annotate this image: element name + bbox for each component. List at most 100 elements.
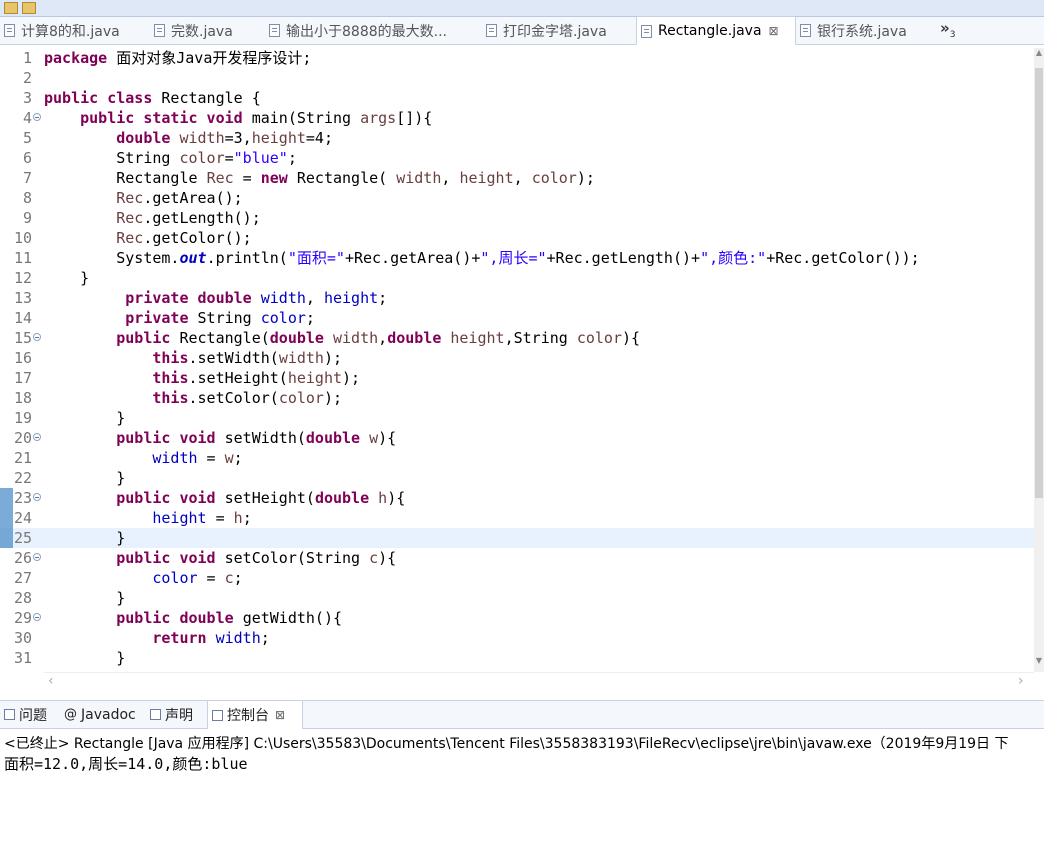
code-token: height — [287, 369, 343, 387]
code-line[interactable]: 31 } — [0, 648, 1034, 668]
console-icon — [212, 709, 223, 721]
line-number: 24 — [13, 509, 32, 527]
declaration-icon — [150, 709, 161, 720]
code-line[interactable]: 25 } — [0, 528, 1034, 548]
code-line[interactable]: 18 this.setColor(color); — [0, 388, 1034, 408]
code-token: ); — [576, 169, 595, 187]
code-line[interactable]: 9 Rec.getLength(); — [0, 208, 1034, 228]
close-icon[interactable]: ⊠ — [769, 24, 779, 38]
fold-toggle-icon[interactable] — [33, 433, 41, 441]
line-number: 28 — [13, 589, 32, 607]
code-line[interactable]: 26 public void setColor(String c){ — [0, 548, 1034, 568]
tab-javadoc[interactable]: @ Javadoc — [64, 701, 136, 728]
code-line[interactable]: 2 — [0, 68, 1034, 88]
line-number: 14 — [13, 309, 32, 327]
fold-toggle-icon[interactable] — [33, 553, 41, 561]
editor-tab-bar: 计算8的和.java 完数.java 输出小于8888的最大数... 打印金字塔… — [0, 16, 1044, 45]
fold-toggle-icon[interactable] — [33, 613, 41, 621]
code-line[interactable]: 22 } — [0, 468, 1034, 488]
code-line[interactable]: 17 this.setHeight(height); — [0, 368, 1034, 388]
code-text: width = w; — [44, 448, 242, 468]
view-tab-bar: 问题 @ Javadoc 声明 控制台 ⊠ — [0, 700, 1044, 729]
code-token: 面对对象Java开发程序设计; — [116, 49, 312, 67]
code-line[interactable]: 30 return width; — [0, 628, 1034, 648]
folder-icon[interactable] — [22, 2, 36, 14]
panel-separator — [0, 690, 1044, 699]
code-text: Rectangle Rec = new Rectangle( width, he… — [44, 168, 595, 188]
code-token: public static void — [80, 109, 252, 127]
close-icon[interactable]: ⊠ — [275, 708, 285, 722]
code-token: h — [233, 509, 243, 527]
tab-file-1[interactable]: 计算8的和.java — [0, 17, 128, 44]
code-line[interactable]: 21 width = w; — [0, 448, 1034, 468]
code-line[interactable]: 19 } — [0, 408, 1034, 428]
code-line[interactable]: 28 } — [0, 588, 1034, 608]
code-line[interactable]: 5 double width=3,height=4; — [0, 128, 1034, 148]
java-file-icon — [486, 24, 497, 37]
code-line[interactable]: 3 public class Rectangle { — [0, 88, 1034, 108]
code-line[interactable]: 4 public static void main(String args[])… — [0, 108, 1034, 128]
code-line[interactable]: 14 private String color; — [0, 308, 1034, 328]
code-line[interactable]: 23 public void setHeight(double h){ — [0, 488, 1034, 508]
code-token: Rectangle { — [161, 89, 261, 107]
code-token: package — [44, 49, 117, 67]
code-token: +Rec.getArea()+ — [344, 249, 481, 267]
code-line[interactable]: 13 private double width, height; — [0, 288, 1034, 308]
code-line[interactable]: 20 public void setWidth(double w){ — [0, 428, 1034, 448]
java-file-icon — [269, 24, 280, 37]
console-status-line: <已终止> Rectangle [Java 应用程序] C:\Users\355… — [4, 736, 1009, 752]
code-line[interactable]: 11 System.out.println("面积="+Rec.getArea(… — [0, 248, 1034, 268]
scroll-left-icon[interactable]: ‹ — [48, 673, 54, 689]
code-line[interactable]: 15 public Rectangle(double width,double … — [0, 328, 1034, 348]
code-editor[interactable]: 1 package 面对对象Java开发程序设计; 2 3 public class R… — [0, 48, 1034, 672]
scroll-down-icon[interactable]: ▼ — [1034, 656, 1044, 665]
horizontal-scrollbar[interactable]: ‹ › — [44, 672, 1034, 689]
scroll-up-icon[interactable]: ▲ — [1034, 48, 1044, 57]
vertical-scrollbar[interactable]: ▲ ▼ — [1034, 48, 1044, 672]
tab-console[interactable]: 控制台 ⊠ — [207, 700, 303, 729]
tab-file-4[interactable]: 打印金字塔.java — [482, 17, 632, 44]
code-line[interactable]: 8 Rec.getArea(); — [0, 188, 1034, 208]
code-line[interactable]: 16 this.setWidth(width); — [0, 348, 1034, 368]
tab-rectangle-java[interactable]: Rectangle.java ⊠ — [636, 16, 796, 45]
scroll-thumb[interactable] — [1035, 68, 1043, 498]
tab-label: Rectangle.java — [658, 23, 762, 39]
code-line[interactable]: 1 package 面对对象Java开发程序设计; — [0, 48, 1034, 68]
line-number: 15 — [13, 329, 32, 347]
code-token: setHeight( — [224, 489, 315, 507]
fold-toggle-icon[interactable] — [33, 113, 41, 121]
scroll-right-icon[interactable]: › — [1018, 673, 1024, 689]
line-number: 21 — [13, 449, 32, 467]
code-line[interactable]: 7 Rectangle Rec = new Rectangle( width, … — [0, 168, 1034, 188]
tab-declaration[interactable]: 声明 — [150, 701, 193, 728]
line-number: 18 — [13, 389, 32, 407]
tabs-overflow-button[interactable]: »3 — [940, 19, 955, 40]
code-token: ; — [378, 289, 388, 307]
line-number: 9 — [22, 209, 32, 227]
code-line[interactable]: 6 String color="blue"; — [0, 148, 1034, 168]
code-line[interactable]: 24 height = h; — [0, 508, 1034, 528]
tab-file-6[interactable]: 银行系统.java — [796, 17, 931, 44]
overflow-count: 3 — [949, 30, 956, 40]
tab-file-2[interactable]: 完数.java — [150, 17, 255, 44]
fold-toggle-icon[interactable] — [33, 333, 41, 341]
line-number: 31 — [13, 649, 32, 667]
chevron-double-right-icon: » — [940, 19, 950, 37]
code-line[interactable]: 10 Rec.getColor(); — [0, 228, 1034, 248]
code-token: Rectangle( — [179, 329, 270, 347]
tab-label: 打印金字塔.java — [503, 23, 607, 40]
code-text: return width; — [44, 628, 269, 648]
code-text: public void setHeight(double h){ — [44, 488, 405, 508]
code-line[interactable]: 27 color = c; — [0, 568, 1034, 588]
folder-icon[interactable] — [4, 2, 18, 14]
code-token: out — [179, 249, 207, 267]
tab-file-3[interactable]: 输出小于8888的最大数... — [265, 17, 475, 44]
code-line[interactable]: 12 } — [0, 268, 1034, 288]
code-line[interactable]: 29 public double getWidth(){ — [0, 608, 1034, 628]
fold-toggle-icon[interactable] — [33, 493, 41, 501]
console-output[interactable]: 面积=12.0,周长=14.0,颜色:blue — [4, 753, 248, 774]
tab-problems[interactable]: 问题 — [4, 701, 47, 728]
